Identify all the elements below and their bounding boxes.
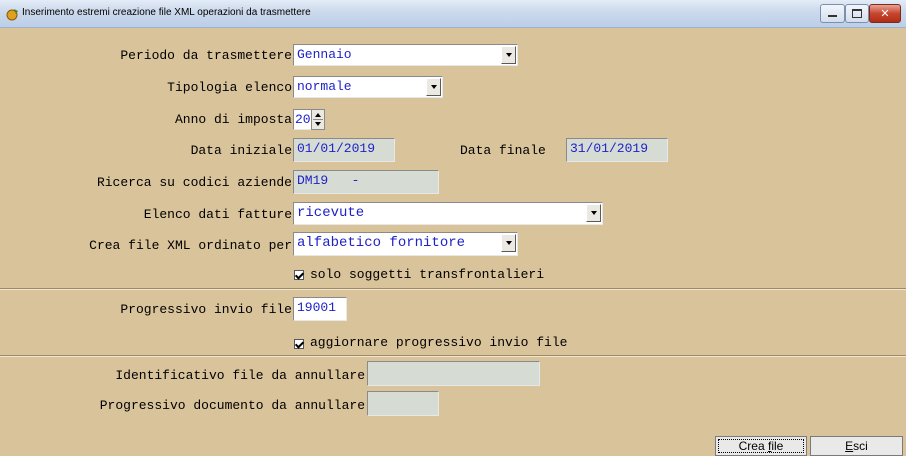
maximize-button[interactable]: [845, 4, 869, 23]
separator: [0, 355, 906, 357]
chevron-down-icon[interactable]: [586, 204, 601, 222]
maximize-icon: [852, 9, 862, 18]
periodo-value: Gennaio: [297, 47, 352, 62]
chevron-down-icon[interactable]: [501, 234, 516, 252]
separator: [0, 288, 906, 290]
esci-button[interactable]: Esci: [810, 436, 903, 456]
anno-spinner[interactable]: [311, 109, 325, 130]
tipologia-label: Tipologia elenco: [167, 80, 292, 95]
tipologia-value: normale: [297, 79, 352, 94]
app-icon: [6, 9, 18, 21]
chevron-down-icon[interactable]: [426, 78, 441, 96]
title-bar[interactable]: Inserimento estremi creazione file XML o…: [0, 0, 906, 28]
elenco-dati-label: Elenco dati fatture: [143, 207, 292, 222]
data-finale-label: Data finale: [460, 143, 546, 158]
data-iniziale-label: Data iniziale: [190, 143, 292, 158]
progressivo-invio-input[interactable]: 19001: [293, 297, 347, 321]
tipologia-select[interactable]: normale: [293, 76, 443, 98]
periodo-label: Periodo da trasmettere: [120, 48, 292, 63]
crea-file-label-post: ile: [771, 439, 784, 453]
ricerca-field[interactable]: DM19 -: [293, 170, 439, 194]
close-icon: ✕: [880, 7, 890, 20]
data-iniziale-field[interactable]: 01/01/2019: [293, 138, 395, 162]
elenco-dati-value: ricevute: [297, 205, 365, 221]
crea-file-button[interactable]: Crea f ile: [715, 436, 807, 456]
ricerca-label: Ricerca su codici aziende: [96, 175, 292, 190]
esci-label-post: sci: [853, 439, 868, 453]
crea-file-label-pre: Crea: [738, 439, 768, 453]
minimize-button[interactable]: [820, 4, 845, 23]
close-button[interactable]: ✕: [869, 4, 901, 23]
progressivo-annullare-field[interactable]: [367, 391, 439, 416]
aggiornare-checkbox[interactable]: [294, 339, 304, 349]
window-title: Inserimento estremi creazione file XML o…: [22, 7, 311, 18]
periodo-select[interactable]: Gennaio: [293, 44, 518, 66]
anno-input[interactable]: 2019: [293, 109, 312, 130]
elenco-dati-select[interactable]: ricevute: [293, 202, 603, 225]
ordinato-select[interactable]: alfabetico fornitore: [293, 232, 518, 256]
anno-label: Anno di imposta: [174, 112, 292, 127]
ordinato-label: Crea file XML ordinato per: [89, 238, 292, 253]
ordinato-value: alfabetico fornitore: [297, 235, 466, 251]
transfrontalieri-label[interactable]: solo soggetti transfrontalieri: [310, 267, 544, 282]
esci-accel: E: [845, 439, 854, 453]
transfrontalieri-checkbox[interactable]: [294, 270, 304, 280]
progressivo-annullare-label: Progressivo documento da annullare: [99, 398, 365, 413]
spin-down-icon[interactable]: [315, 122, 321, 126]
identificativo-annullare-field[interactable]: [367, 361, 540, 386]
progressivo-invio-label: Progressivo invio file: [120, 302, 292, 317]
minimize-icon: [828, 15, 837, 17]
aggiornare-label[interactable]: aggiornare progressivo invio file: [310, 335, 567, 350]
identificativo-annullare-label: Identificativo file da annullare: [115, 368, 365, 383]
spin-up-icon[interactable]: [315, 113, 321, 117]
chevron-down-icon[interactable]: [501, 46, 516, 64]
data-finale-field[interactable]: 31/01/2019: [566, 138, 668, 162]
dialog-window: Inserimento estremi creazione file XML o…: [0, 0, 906, 456]
